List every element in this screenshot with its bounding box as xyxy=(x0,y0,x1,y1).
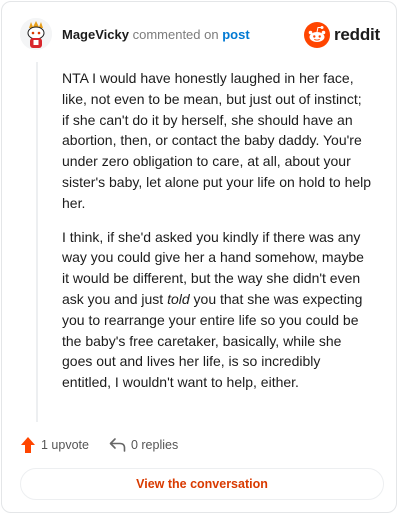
upvote-count: 1 upvote xyxy=(41,438,89,452)
view-conversation-button[interactable]: View the conversation xyxy=(20,468,384,500)
upvote-arrow-icon xyxy=(21,437,35,453)
thread-line xyxy=(36,62,38,422)
reply-count: 0 replies xyxy=(130,438,179,452)
comment-header: MageVicky commented on post reddit xyxy=(20,18,380,52)
reddit-wordmark: reddit xyxy=(333,25,380,44)
comment-paragraph: NTA I would have honestly laughed in her… xyxy=(62,70,372,211)
reddit-logo[interactable]: reddit xyxy=(303,22,380,48)
post-link[interactable]: post xyxy=(222,27,249,42)
comment-paragraph: I think, if she'd asked you kindly if th… xyxy=(62,228,364,391)
comment-actions: 1 upvote 0 replies xyxy=(20,434,198,456)
action-text: commented on xyxy=(132,27,219,42)
upvote-button[interactable]: 1 upvote xyxy=(20,436,89,454)
comment-meta: MageVicky commented on post xyxy=(62,27,250,42)
user-avatar[interactable] xyxy=(20,18,52,50)
emphasis-text: told xyxy=(167,290,190,307)
reddit-logo-icon xyxy=(303,22,330,48)
reply-button[interactable]: 0 replies xyxy=(109,437,178,453)
username-link[interactable]: MageVicky xyxy=(62,27,129,42)
comment-body: NTA I would have honestly laughed in her… xyxy=(62,68,372,406)
comment-card: MageVicky commented on post reddit NTA I… xyxy=(1,1,397,513)
snoo-avatar-icon xyxy=(20,18,52,50)
reply-arrow-icon xyxy=(109,438,126,452)
